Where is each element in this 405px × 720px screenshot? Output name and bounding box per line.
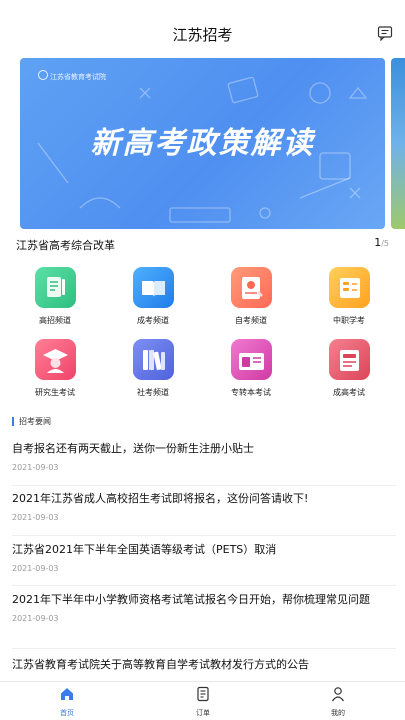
news-title: 江苏省2021年下半年全国英语等级考试（PETS）取消 [12,543,277,556]
message-icon[interactable] [377,25,393,41]
news-item[interactable]: 江苏省教育考试院关于高等教育自学考试教材发行方式的公告 [12,657,396,681]
tab-home[interactable]: 首页 [37,686,97,718]
tab-label: 订单 [196,709,210,717]
channel-label: 专转本考试 [231,388,271,397]
banner-next-peek[interactable] [391,58,405,229]
news-item[interactable]: 2021年江苏省成人高校招生考试即将报名，这份问答请收下! 2021-09-03 [12,491,396,536]
news-item[interactable]: 江苏省2021年下半年全国英语等级考试（PETS）取消 2021-09-03 [12,542,396,586]
home-icon [61,688,73,700]
bottom-tabbar: 首页 订单 我的 [0,681,405,720]
banner-pager: 1/5 [374,236,389,249]
news-date: 2021-09-03 [12,513,59,522]
app-header: 江苏招考 [0,0,405,56]
gaozhao-icon [34,267,76,308]
channel-yanjiusheng[interactable]: 研究生考试 [15,339,95,398]
exam-book-icon [328,339,370,380]
news-date: 2021-09-03 [12,564,59,573]
news-date: 2021-09-03 [12,614,59,623]
channel-label: 社考频道 [137,388,169,397]
channel-shekao[interactable]: 社考频道 [113,339,193,398]
channel-label: 中职学考 [333,316,365,325]
section-title: 招考要闻 [12,417,51,426]
channel-label: 研究生考试 [35,388,75,397]
channel-chengkao[interactable]: 成考频道 [113,267,193,326]
tab-profile[interactable]: 我的 [308,686,368,718]
news-title: 自考报名还有两天截止，送你一份新生注册小贴士 [12,442,254,455]
banner-org: 江苏省教育考试院 [50,73,106,81]
channel-zhongzhi[interactable]: 中职学考 [309,267,389,326]
order-icon [197,686,209,702]
tab-label: 我的 [331,709,345,717]
page-title: 江苏招考 [172,26,233,44]
news-title: 2021年江苏省成人高校招生考试即将报名，这份问答请收下! [12,492,309,505]
graduate-icon [34,339,76,380]
user-icon [332,687,344,702]
document-icon [328,267,370,308]
channel-chenggao[interactable]: 成高考试 [309,339,389,398]
org-logo-icon [38,70,48,80]
channel-gaozhao[interactable]: 高招频道 [15,267,95,326]
channel-label: 自考频道 [235,316,267,325]
banner-carousel[interactable]: 江苏省教育考试院 新高考政策解读 [20,58,385,229]
tab-orders[interactable]: 订单 [173,686,233,718]
news-item[interactable]: 自考报名还有两天截止，送你一份新生注册小贴士 2021-09-03 [12,441,396,486]
certificate-icon [230,267,272,308]
news-title: 2021年下半年中小学教师资格考试笔试报名今日开始，帮你梳理常见问题 [12,593,370,606]
news-item[interactable]: 2021年下半年中小学教师资格考试笔试报名今日开始，帮你梳理常见问题 2021-… [12,592,396,649]
books-icon [132,339,174,380]
channel-label: 成考频道 [137,316,169,325]
pager-total: /5 [381,239,389,248]
channel-zhuanzhuanben[interactable]: 专转本考试 [211,339,291,398]
channel-zikao[interactable]: 自考频道 [211,267,291,326]
book-icon [132,267,174,308]
banner-headline: 新高考政策解读 [90,126,315,161]
tab-label: 首页 [60,709,74,717]
news-date: 2021-09-03 [12,463,59,472]
news-title: 江苏省教育考试院关于高等教育自学考试教材发行方式的公告 [12,658,309,671]
channel-label: 成高考试 [333,388,365,397]
banner-caption: 江苏省高考综合改革 [16,239,115,252]
channel-label: 高招频道 [39,316,71,325]
upgrade-icon [230,339,272,380]
